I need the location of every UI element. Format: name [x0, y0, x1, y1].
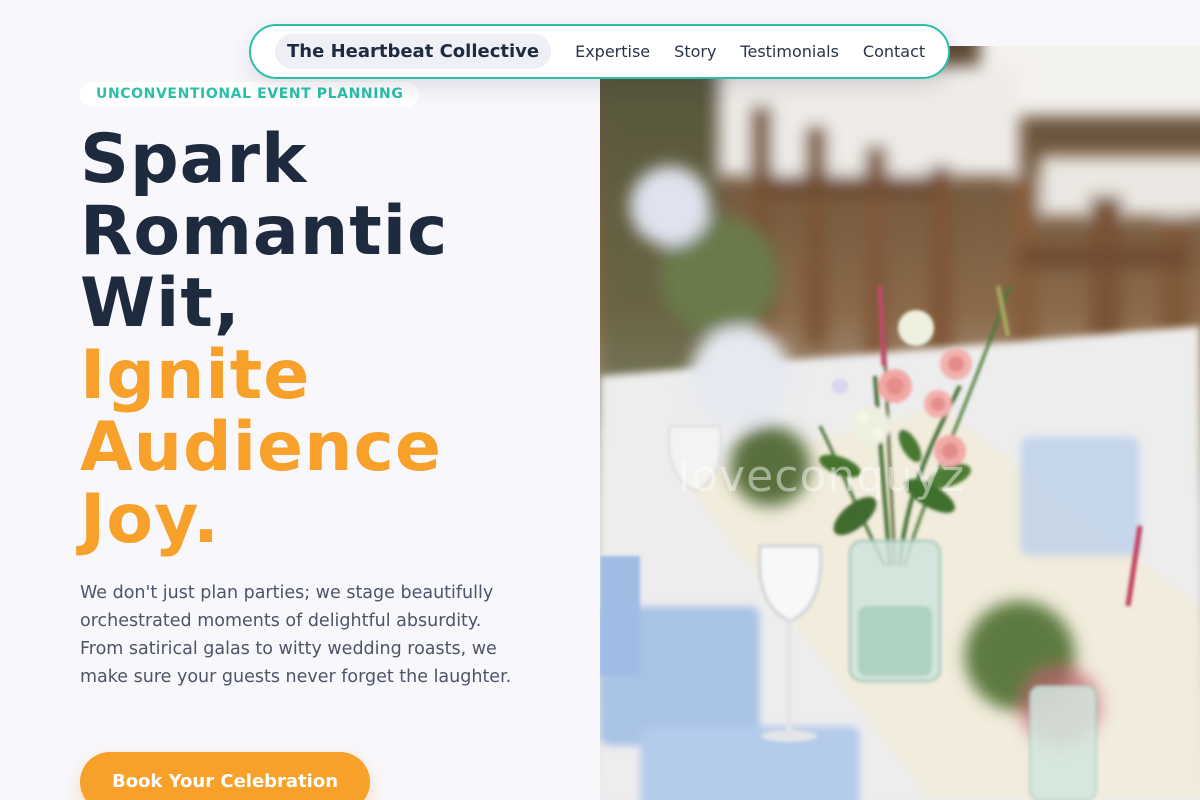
- top-navigation: The Heartbeat Collective Expertise Story…: [249, 24, 950, 79]
- headline-accent-line-3: Joy.: [80, 480, 220, 559]
- hero-headline: Spark Romantic Wit, Ignite Audience Joy.: [80, 124, 580, 556]
- nav-link-testimonials[interactable]: Testimonials: [740, 42, 839, 61]
- hero-photo: loveconquyz: [600, 46, 1200, 800]
- book-celebration-button[interactable]: Book Your Celebration: [80, 752, 370, 800]
- hero-description: We don't just plan parties; we stage bea…: [80, 583, 512, 687]
- headline-line-1: Spark: [80, 120, 308, 199]
- headline-accent-line-2: Audience: [80, 408, 442, 487]
- nav-link-expertise[interactable]: Expertise: [575, 42, 650, 61]
- eyebrow-badge: UNCONVENTIONAL EVENT PLANNING: [80, 82, 420, 107]
- brand-logo[interactable]: The Heartbeat Collective: [275, 34, 552, 69]
- nav-link-story[interactable]: Story: [674, 42, 716, 61]
- headline-line-2: Romantic: [80, 192, 449, 271]
- headline-line-3: Wit,: [80, 264, 241, 343]
- nav-links: Expertise Story Testimonials Contact: [575, 42, 925, 61]
- photo-watermark: loveconquyz: [678, 451, 966, 502]
- headline-accent-line-1: Ignite: [80, 336, 311, 415]
- nav-link-contact[interactable]: Contact: [863, 42, 925, 61]
